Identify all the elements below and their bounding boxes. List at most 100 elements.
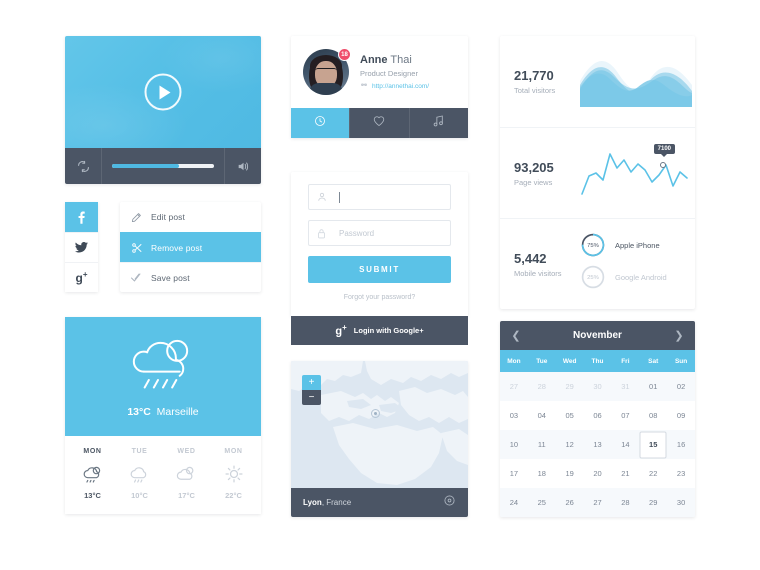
avatar[interactable]: 18	[303, 48, 351, 95]
calendar-day[interactable]: 03	[500, 401, 528, 430]
calendar-day[interactable]: 16	[667, 430, 695, 459]
calendar-day-label: 20	[593, 469, 602, 478]
menu-item-edit-post[interactable]: Edit post	[120, 202, 261, 232]
tab-likes[interactable]	[349, 108, 409, 138]
location-pin-icon[interactable]	[443, 494, 456, 512]
map-zoom-in-button[interactable]: +	[302, 375, 321, 390]
volume-icon[interactable]	[225, 160, 261, 173]
calendar-day[interactable]: 27	[500, 372, 528, 401]
video-progress-slider[interactable]	[112, 164, 214, 168]
calendar-day[interactable]: 29	[556, 372, 584, 401]
calendar-day-label: 12	[565, 440, 574, 449]
profile-website-link[interactable]: http://annethai.com/	[360, 83, 429, 90]
calendar-day[interactable]: 21	[611, 459, 639, 488]
map-city-name: Lyon	[303, 498, 322, 507]
calendar-day[interactable]: 12	[556, 430, 584, 459]
calendar-day[interactable]: 08	[639, 401, 667, 430]
calendar-day[interactable]: 20	[584, 459, 612, 488]
menu-item-save-post[interactable]: Save post	[120, 262, 261, 292]
calendar-day[interactable]: 19	[556, 459, 584, 488]
calendar-day[interactable]: 14	[611, 430, 639, 459]
profile-role: Product Designer	[360, 69, 418, 78]
chevron-right-icon[interactable]: ❯	[672, 329, 686, 342]
profile-card: 18 Anne Thai Product Designer http://ann…	[291, 36, 468, 138]
tab-recent[interactable]	[291, 108, 350, 138]
map-card: + − Lyon, France	[291, 361, 468, 517]
calendar-day[interactable]: 10	[500, 430, 528, 459]
scissors-icon	[131, 242, 151, 254]
calendar-day-label: 27	[509, 382, 519, 391]
calendar-day[interactable]: 13	[584, 430, 612, 459]
stat-page-views: 93,205 Page views 7100	[500, 127, 695, 218]
calendar-day[interactable]: 29	[639, 488, 667, 517]
calendar-day[interactable]: 28	[528, 372, 556, 401]
calendar-day[interactable]: 22	[639, 459, 667, 488]
calendar-day[interactable]: 09	[667, 401, 695, 430]
weekday-thu: Thu	[591, 357, 604, 365]
username-field[interactable]	[308, 184, 451, 210]
play-icon[interactable]	[144, 73, 182, 111]
calendar-day[interactable]: 25	[528, 488, 556, 517]
video-stage[interactable]	[65, 36, 261, 148]
profile-header: 18 Anne Thai Product Designer http://ann…	[291, 36, 468, 108]
forecast-temp: 17°C	[178, 491, 195, 500]
weather-card: 13°C Marseille MON 13°C TUE 10°C WED 17°…	[65, 317, 261, 514]
login-with-google-button[interactable]: g+ Login with Google+	[291, 316, 468, 345]
map-canvas[interactable]: + −	[291, 361, 468, 488]
calendar-day[interactable]: 18	[528, 459, 556, 488]
calendar-day[interactable]: 30	[667, 488, 695, 517]
forecast-day-tue[interactable]: TUE 10°C	[116, 448, 163, 500]
calendar-day[interactable]: 04	[528, 401, 556, 430]
submit-button[interactable]: SUBMIT	[308, 256, 451, 283]
donut-label: Apple iPhone	[615, 240, 660, 250]
chevron-left-icon[interactable]: ❮	[509, 329, 523, 342]
calendar-day[interactable]: 30	[584, 372, 612, 401]
tab-music[interactable]	[408, 108, 468, 138]
menu-item-label: Save post	[151, 272, 190, 283]
map-zoom-out-button[interactable]: −	[302, 390, 321, 405]
loop-icon[interactable]	[65, 160, 101, 173]
calendar-day[interactable]: 31	[611, 372, 639, 401]
stat-caption: Page views	[514, 177, 553, 187]
calendar-day[interactable]: 07	[611, 401, 639, 430]
calendar-day[interactable]: 05	[556, 401, 584, 430]
calendar-day[interactable]: 17	[500, 459, 528, 488]
login-card: Password SUBMIT Forgot your password? g+…	[291, 172, 468, 345]
chart-data-point[interactable]	[660, 162, 666, 168]
social-googleplus-button[interactable]: g+	[65, 262, 98, 292]
calendar-header: ❮ November ❯	[500, 321, 695, 350]
sun-cloud-icon	[163, 461, 210, 487]
forecast-dow: TUE	[131, 448, 148, 455]
music-note-icon	[433, 114, 444, 132]
calendar-day[interactable]: 24	[500, 488, 528, 517]
area-chart	[580, 51, 702, 113]
weekday-sun: Sun	[674, 357, 688, 365]
menu-item-remove-post[interactable]: Remove post	[120, 232, 261, 262]
calendar-day[interactable]: 11	[528, 430, 556, 459]
calendar-day[interactable]: 26	[556, 488, 584, 517]
calendar-day[interactable]: 27	[584, 488, 612, 517]
forecast-day-mon[interactable]: MON 13°C	[69, 448, 116, 500]
menu-item-label: Remove post	[151, 242, 203, 253]
forecast-day-mon2[interactable]: MON 22°C	[210, 448, 257, 500]
calendar-day[interactable]: 23	[667, 459, 695, 488]
social-facebook-button[interactable]	[65, 202, 98, 232]
forecast-temp: 10°C	[131, 491, 148, 500]
calendar-day-label: 14	[621, 440, 630, 449]
weather-current: 13°C Marseille	[127, 406, 198, 418]
social-twitter-button[interactable]	[65, 232, 98, 262]
calendar-day[interactable]: 28	[611, 488, 639, 517]
calendar-week-row: 10 11 12 13 14 15 16	[500, 430, 695, 459]
calendar-day[interactable]: 06	[584, 401, 612, 430]
calendar-day-selected[interactable]: 15	[639, 430, 667, 459]
map-marker[interactable]	[371, 409, 380, 418]
calendar-week-row: 17 18 19 20 21 22 23	[500, 459, 695, 488]
notification-badge[interactable]: 18	[338, 48, 351, 61]
calendar-card: ❮ November ❯ Mon Tue Wed Thu Fri Sat Sun…	[500, 321, 695, 517]
calendar-day[interactable]: 02	[667, 372, 695, 401]
forgot-password-link[interactable]: Forgot your password?	[308, 294, 451, 301]
calendar-day[interactable]: 01	[639, 372, 667, 401]
password-field[interactable]: Password	[308, 220, 451, 246]
calendar-month-label: November	[573, 330, 622, 341]
forecast-day-wed[interactable]: WED 17°C	[163, 448, 210, 500]
